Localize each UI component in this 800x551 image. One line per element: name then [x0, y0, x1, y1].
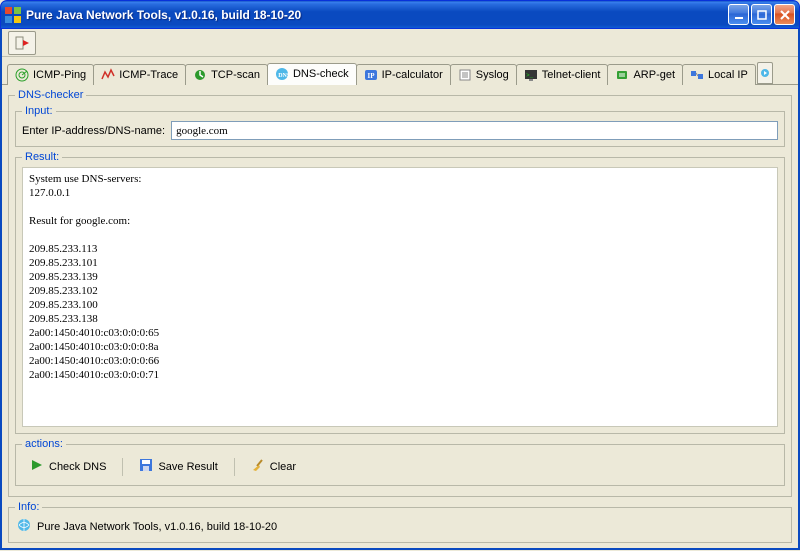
info-text: Pure Java Network Tools, v1.0.16, build …	[37, 521, 277, 533]
tab-local-ip[interactable]: Local IP	[682, 64, 756, 85]
tab-label: IP-calculator	[382, 69, 443, 81]
save-result-button[interactable]: Save Result	[133, 456, 223, 477]
window-minimize-button[interactable]	[728, 4, 749, 25]
tab-icmp-ping[interactable]: ICMP-Ping	[7, 64, 94, 85]
result-group: Result: System use DNS-servers: 127.0.0.…	[15, 151, 785, 434]
main-toolbar	[2, 29, 798, 57]
tab-dns-check[interactable]: DNS DNS-check	[267, 63, 357, 85]
arp-icon	[615, 68, 629, 82]
window-title: Pure Java Network Tools, v1.0.16, build …	[26, 8, 728, 22]
floppy-icon	[139, 458, 153, 475]
dns-checker-group: DNS-checker Input: Enter IP-address/DNS-…	[8, 89, 792, 497]
tab-label: ARP-get	[633, 69, 675, 81]
tab-label: ICMP-Ping	[33, 69, 86, 81]
window-titlebar: Pure Java Network Tools, v1.0.16, build …	[0, 0, 800, 29]
ipcalc-icon: IP	[364, 68, 378, 82]
tab-label: Local IP	[708, 69, 748, 81]
globe-icon	[17, 518, 31, 535]
result-legend: Result:	[22, 151, 62, 163]
tab-label: ICMP-Trace	[119, 69, 178, 81]
app-icon	[5, 7, 21, 23]
exit-button[interactable]	[8, 31, 36, 55]
actions-legend: actions:	[22, 438, 66, 450]
svg-text:>_: >_	[526, 72, 534, 79]
separator	[122, 458, 123, 476]
input-label: Enter IP-address/DNS-name:	[22, 125, 165, 137]
separator	[234, 458, 235, 476]
actions-group: actions: Check DNS Save Result Clear	[15, 438, 785, 486]
info-legend: Info:	[15, 501, 42, 513]
broom-icon	[251, 458, 265, 475]
tab-label: DNS-check	[293, 68, 349, 80]
tab-scroll-right[interactable]	[757, 62, 773, 84]
clear-button[interactable]: Clear	[245, 456, 302, 477]
tab-icmp-trace[interactable]: ICMP-Trace	[93, 64, 186, 85]
result-textarea[interactable]: System use DNS-servers: 127.0.0.1 Result…	[22, 167, 778, 427]
radar-icon	[15, 68, 29, 82]
check-dns-button[interactable]: Check DNS	[24, 456, 112, 477]
button-label: Check DNS	[49, 461, 106, 473]
dns-checker-legend: DNS-checker	[15, 89, 86, 101]
tab-label: TCP-scan	[211, 69, 260, 81]
tab-telnet-client[interactable]: >_ Telnet-client	[516, 64, 609, 85]
info-group: Info: Pure Java Network Tools, v1.0.16, …	[8, 501, 792, 543]
dns-icon: DNS	[275, 67, 289, 81]
scan-icon	[193, 68, 207, 82]
window-maximize-button[interactable]	[751, 4, 772, 25]
dns-address-input[interactable]	[171, 121, 778, 140]
localip-icon	[690, 68, 704, 82]
tab-label: Syslog	[476, 69, 509, 81]
button-label: Save Result	[158, 461, 217, 473]
trace-icon	[101, 68, 115, 82]
tab-syslog[interactable]: Syslog	[450, 64, 517, 85]
play-icon	[30, 458, 44, 475]
tab-tcp-scan[interactable]: TCP-scan	[185, 64, 268, 85]
button-label: Clear	[270, 461, 296, 473]
tab-ip-calculator[interactable]: IP IP-calculator	[356, 64, 451, 85]
input-group: Input: Enter IP-address/DNS-name:	[15, 105, 785, 147]
syslog-icon	[458, 68, 472, 82]
tab-arp-get[interactable]: ARP-get	[607, 64, 683, 85]
tab-strip: ICMP-Ping ICMP-Trace TCP-scan DNS DNS-ch…	[2, 57, 798, 85]
telnet-icon: >_	[524, 68, 538, 82]
svg-text:DNS: DNS	[278, 73, 289, 79]
svg-text:IP: IP	[367, 72, 375, 80]
window-close-button[interactable]	[774, 4, 795, 25]
tab-label: Telnet-client	[542, 69, 601, 81]
input-legend: Input:	[22, 105, 56, 117]
